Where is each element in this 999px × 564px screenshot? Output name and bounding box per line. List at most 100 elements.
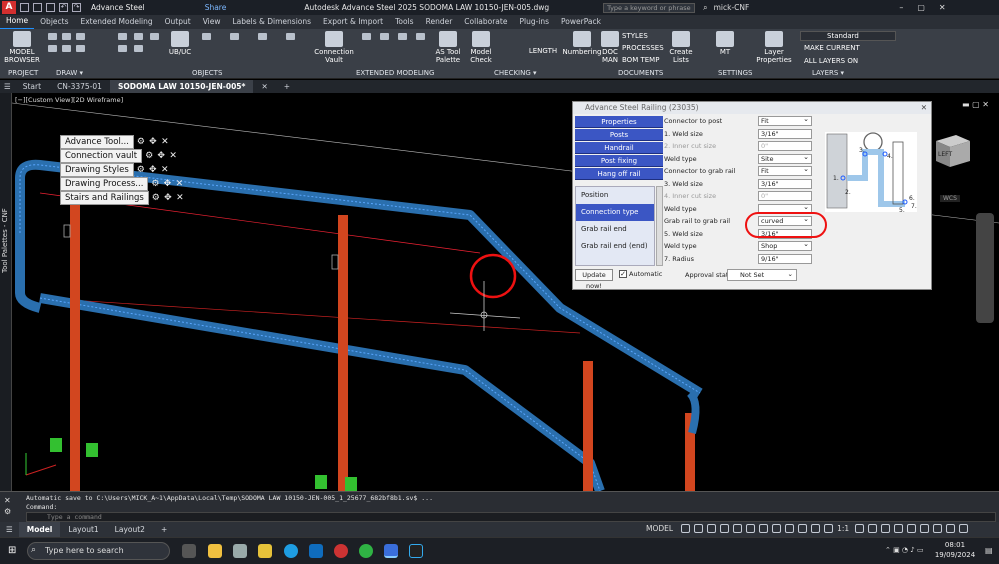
mt-button[interactable]: MT — [712, 31, 738, 56]
connector-to-post-select[interactable]: Fit — [758, 115, 812, 126]
lineweight-icon[interactable] — [759, 524, 769, 533]
layer-dropdown[interactable]: Standard — [800, 31, 896, 41]
styles-button[interactable]: STYLES — [622, 32, 648, 40]
app-logo[interactable]: A — [2, 1, 16, 14]
nav-handrail[interactable]: Handrail — [575, 142, 663, 154]
palette-drawing-processes[interactable]: Drawing Process... ⚙ ✥ ✕ — [60, 176, 184, 191]
dialog-close-icon[interactable]: ✕ — [921, 102, 927, 114]
ladder-icon[interactable] — [380, 33, 389, 40]
file-explorer-icon[interactable] — [208, 544, 222, 558]
quick-properties-icon[interactable] — [894, 524, 904, 533]
workspace-gear-icon[interactable] — [855, 524, 865, 533]
gear-icon[interactable]: ⚙ — [136, 165, 146, 175]
automatic-checkbox[interactable]: ✓ Automatic — [619, 270, 662, 278]
outlook-icon[interactable] — [309, 544, 323, 558]
units-icon[interactable] — [881, 524, 891, 533]
layer-properties-button[interactable]: Layer Properties — [756, 31, 792, 64]
tab-collaborate[interactable]: Collaborate — [458, 15, 513, 29]
all-layers-on-button[interactable]: ALL LAYERS ON — [804, 57, 858, 65]
undo-icon[interactable]: ↶ — [59, 3, 68, 12]
close-icon[interactable]: ✕ — [168, 151, 178, 161]
close-command-icon[interactable]: ✕ — [4, 496, 11, 505]
rectangle-icon[interactable] — [62, 45, 71, 52]
navigation-bar[interactable] — [976, 213, 994, 323]
hardware-acceleration-icon[interactable] — [933, 524, 943, 533]
move-icon[interactable]: ✥ — [148, 137, 158, 147]
radius-7-input[interactable]: 9/16" — [758, 254, 812, 264]
list-scrollbar[interactable] — [656, 186, 663, 266]
lock-ui-icon[interactable] — [907, 524, 917, 533]
connector-to-grab-rail-select[interactable]: Fit — [758, 165, 812, 176]
bom-temp-button[interactable]: BOM TEMP — [622, 56, 659, 64]
doc-tab-cn-3375[interactable]: CN-3375-01 — [49, 80, 110, 93]
annotation-visibility-icon[interactable] — [811, 524, 821, 533]
new-tab-icon[interactable]: + — [276, 80, 298, 93]
gear-icon[interactable]: ⚙ — [136, 137, 146, 147]
command-input[interactable]: Type a command — [26, 512, 996, 522]
taskbar-search[interactable]: Type here to search — [27, 542, 170, 560]
close-icon[interactable]: ✕ — [160, 137, 170, 147]
nav-hang-off-rail[interactable]: Hang off rail — [575, 168, 663, 180]
palette-stairs-railings[interactable]: Stairs and Railings ⚙ ✥ ✕ — [60, 190, 185, 205]
dialog-title-bar[interactable]: Advance Steel Railing (23035) ✕ — [573, 102, 931, 114]
tab-view[interactable]: View — [197, 15, 227, 29]
nav-posts[interactable]: Posts — [575, 129, 663, 141]
gear-icon[interactable]: ⚙ — [151, 193, 161, 203]
weld-type-select[interactable]: Site — [758, 153, 812, 164]
weld-icon[interactable] — [118, 45, 127, 52]
layout-tab-model[interactable]: Model — [18, 522, 61, 537]
as-tool-palette-button[interactable]: AS Tool Palette — [432, 31, 464, 64]
palette-drawing-styles[interactable]: Drawing Styles ⚙ ✥ ✕ — [60, 162, 170, 177]
make-current-button[interactable]: MAKE CURRENT — [804, 44, 860, 52]
arc-icon[interactable] — [48, 45, 57, 52]
spline-icon[interactable] — [76, 45, 85, 52]
workspace-selector[interactable]: Advance Steel — [91, 3, 145, 12]
chamfer-icon[interactable] — [258, 33, 267, 40]
notifications-icon[interactable]: ▤ — [985, 546, 993, 555]
layout-tab-layout1[interactable]: Layout1 — [60, 522, 106, 537]
update-now-button[interactable]: Update now! — [575, 269, 613, 290]
gizmo-icon[interactable] — [798, 524, 808, 533]
tab-objects[interactable]: Objects — [34, 15, 74, 29]
help-search-input[interactable]: Type a keyword or phrase — [603, 2, 696, 13]
chat-app-icon[interactable] — [359, 544, 373, 558]
close-icon[interactable]: ✕ — [174, 179, 184, 189]
user-name[interactable]: mick-CNF — [714, 3, 750, 12]
ortho-icon[interactable] — [707, 524, 717, 533]
share-button[interactable]: Share — [205, 3, 227, 12]
edge-browser-icon[interactable] — [284, 544, 298, 558]
weld-size-1-input[interactable]: 3/16" — [758, 129, 812, 139]
model-check-button[interactable]: Model Check — [466, 31, 496, 64]
customize-icon[interactable]: ⚙ — [4, 507, 11, 516]
ub-uc-button[interactable]: UB/UC — [166, 31, 194, 56]
model-browser-button[interactable]: MODEL BROWSER — [4, 31, 40, 64]
palette-connection-vault[interactable]: Connection vault ⚙ ✥ ✕ — [60, 148, 178, 163]
nav-post-fixing[interactable]: Post fixing — [575, 155, 663, 167]
menu-icon[interactable]: ☰ — [0, 80, 15, 93]
doc-tab-sodoma-law[interactable]: SODOMA LAW 10150-JEN-005* — [109, 80, 254, 93]
transparency-icon[interactable] — [772, 524, 782, 533]
panel-label-draw[interactable]: DRAW ▾ — [56, 69, 83, 77]
panel-label-layers[interactable]: LAYERS ▾ — [812, 69, 844, 77]
tab-export-import[interactable]: Export & Import — [317, 15, 389, 29]
layout-tab-layout2[interactable]: Layout2 — [107, 522, 153, 537]
snap-icon[interactable] — [694, 524, 704, 533]
polar-icon[interactable] — [720, 524, 730, 533]
palette-advance-tool[interactable]: Advance Tool... ⚙ ✥ ✕ — [60, 134, 170, 149]
length-button[interactable]: LENGTH — [526, 47, 560, 55]
plus-icon[interactable] — [868, 524, 878, 533]
list-item-connection-type[interactable]: Connection type — [576, 204, 654, 221]
list-item-position[interactable]: Position — [576, 187, 654, 204]
beam-icon[interactable] — [118, 33, 127, 40]
close-tab-icon[interactable]: ✕ — [253, 80, 275, 93]
doc-man-button[interactable]: DOC MAN — [600, 31, 620, 64]
tool-palettes-bar[interactable]: Tool Palettes - CNF — [0, 93, 12, 491]
tab-home[interactable]: Home — [0, 14, 35, 30]
move-icon[interactable]: ✥ — [148, 165, 158, 175]
annotation-scale[interactable]: 1:1 — [837, 524, 849, 533]
numbering-button[interactable]: Numbering — [562, 31, 602, 56]
weld-type-select[interactable]: Shop — [758, 240, 812, 251]
star-app-icon[interactable] — [258, 544, 272, 558]
approval-status-select[interactable]: Not Set ⌄ — [727, 269, 797, 281]
maximize-icon[interactable]: ▢ — [917, 3, 925, 12]
